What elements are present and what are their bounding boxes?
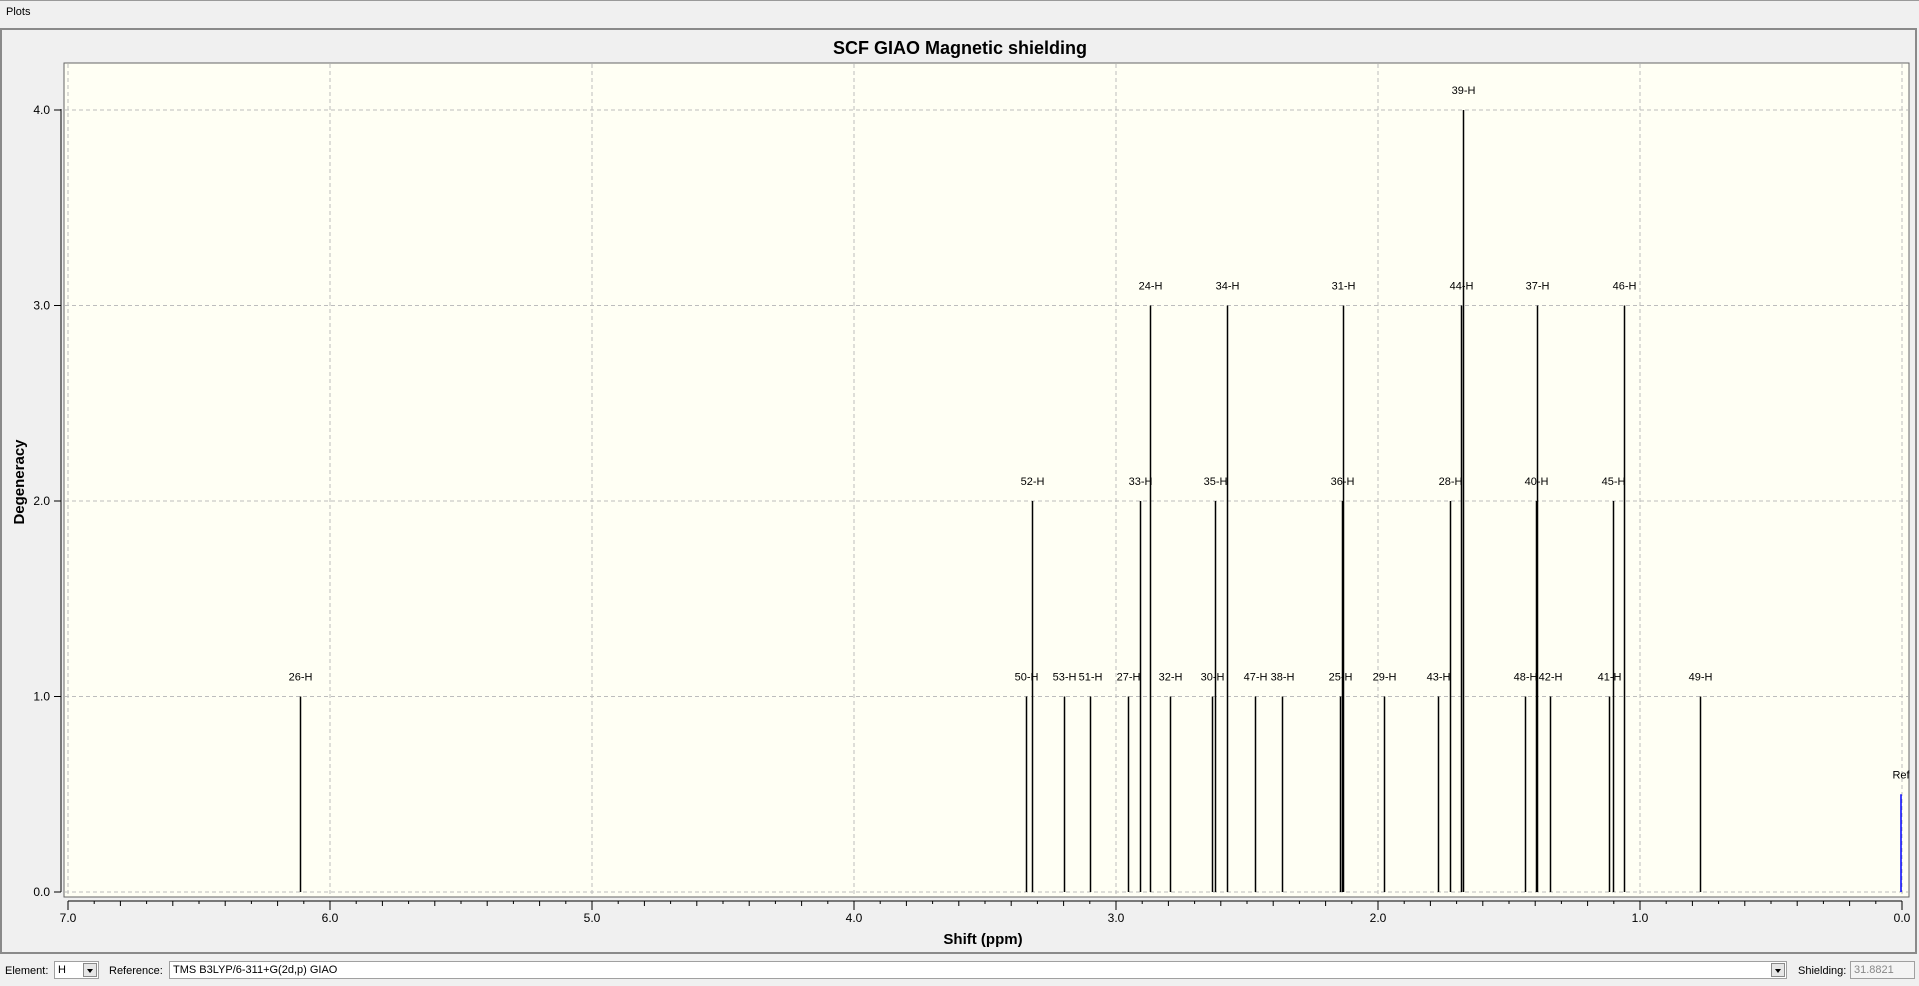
- shielding-value: 31.8821: [1854, 964, 1894, 976]
- chevron-down-icon[interactable]: [1771, 963, 1785, 977]
- x-tick-label: 5.0: [584, 911, 601, 925]
- peak-label: 39-H: [1452, 85, 1476, 97]
- peak-label: 25-H: [1329, 672, 1353, 684]
- peak-label: 41-H: [1598, 672, 1622, 684]
- y-tick-label: 3.0: [33, 299, 50, 313]
- peak-label: 43-H: [1427, 672, 1451, 684]
- peak-label: 30-H: [1201, 672, 1225, 684]
- peak-label: 27-H: [1117, 672, 1141, 684]
- peak-label: 31-H: [1332, 281, 1356, 293]
- nmr-chart: SCF GIAO Magnetic shielding 7.0 6.0 5.0 4.0…: [11, 38, 1911, 948]
- peak-label: 51-H: [1079, 672, 1103, 684]
- peak-label: 44-H: [1450, 281, 1474, 293]
- peak-label: 32-H: [1159, 672, 1183, 684]
- x-tick-label: 3.0: [1108, 911, 1125, 925]
- peak-label: 29-H: [1373, 672, 1397, 684]
- element-select[interactable]: H: [54, 961, 99, 979]
- x-tick-label: 2.0: [1370, 911, 1387, 925]
- y-tick-label: 4.0: [33, 103, 50, 117]
- x-tick-label: 0.0: [1894, 911, 1911, 925]
- x-tick-label: 7.0: [60, 911, 77, 925]
- peak-label: 52-H: [1021, 476, 1045, 488]
- y-tick-label: 1.0: [33, 690, 50, 704]
- controls-bar: Element: H Reference: TMS B3LYP/6-311+G(…: [0, 955, 1919, 986]
- x-tick-label: 6.0: [322, 911, 339, 925]
- peak-label: 36-H: [1331, 476, 1355, 488]
- shielding-field[interactable]: 31.8821: [1850, 961, 1915, 979]
- peak-label: 34-H: [1216, 281, 1240, 293]
- chevron-down-icon[interactable]: [83, 963, 97, 977]
- peak-label: 28-H: [1439, 476, 1463, 488]
- peak-label: 45-H: [1602, 476, 1626, 488]
- peak-label: 53-H: [1053, 672, 1077, 684]
- chart-title: SCF GIAO Magnetic shielding: [833, 38, 1087, 58]
- y-tick-label: 0.0: [33, 885, 50, 899]
- y-tick-label: 2.0: [33, 494, 50, 508]
- reference-value: TMS B3LYP/6-311+G(2d,p) GIAO: [173, 964, 338, 976]
- peak-label: 46-H: [1613, 281, 1637, 293]
- x-tick-label: 4.0: [846, 911, 863, 925]
- shielding-label: Shielding:: [1798, 965, 1847, 977]
- peak-label: 48-H: [1514, 672, 1538, 684]
- peak-label: 50-H: [1015, 672, 1039, 684]
- peak-label: 38-H: [1271, 672, 1295, 684]
- peak-label: 47-H: [1244, 672, 1268, 684]
- peak-label: 37-H: [1526, 281, 1550, 293]
- element-value: H: [58, 964, 66, 976]
- peak-label: 35-H: [1204, 476, 1228, 488]
- peak-label: 33-H: [1129, 476, 1153, 488]
- peak-label: 42-H: [1539, 672, 1563, 684]
- x-tick-label: 1.0: [1632, 911, 1649, 925]
- plot-area: [63, 62, 1910, 898]
- reference-label: Reference:: [109, 965, 163, 977]
- peak-label: 49-H: [1689, 672, 1713, 684]
- reference-select[interactable]: TMS B3LYP/6-311+G(2d,p) GIAO: [169, 961, 1787, 979]
- peak-label: 24-H: [1139, 281, 1163, 293]
- peak-label: 40-H: [1525, 476, 1549, 488]
- y-axis-label: Degeneracy: [11, 439, 28, 525]
- x-axis-label: Shift (ppm): [943, 931, 1022, 948]
- element-label: Element:: [5, 965, 49, 977]
- reference-label: Ref: [1892, 769, 1910, 781]
- peak-label: 26-H: [289, 672, 313, 684]
